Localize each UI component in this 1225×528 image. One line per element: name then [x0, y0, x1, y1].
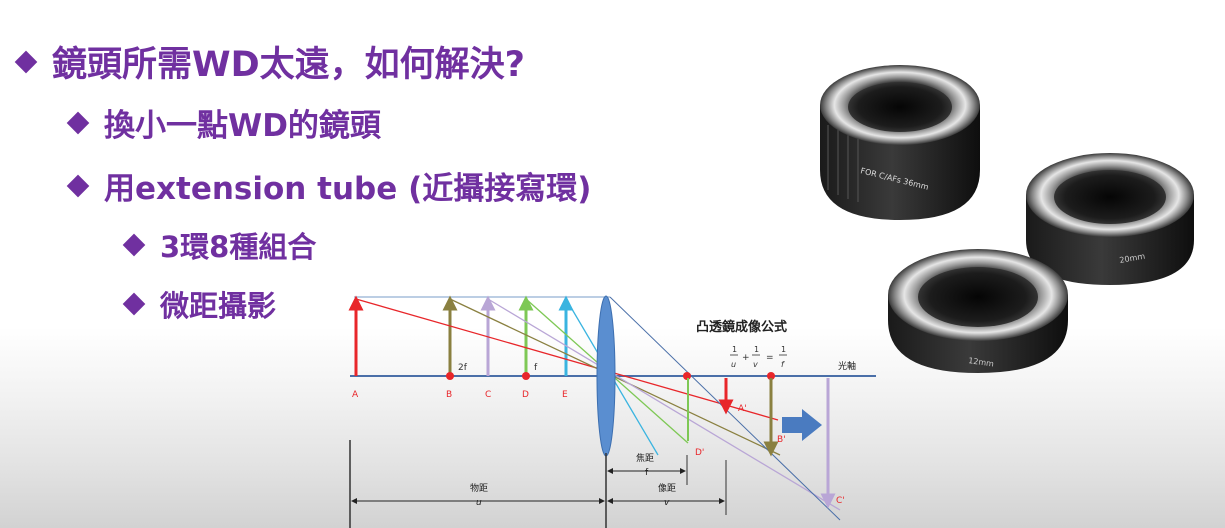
sub-bullet-item: 微距攝影 [122, 283, 277, 325]
label-c: C [485, 390, 491, 400]
lens-formula: 1 u + 1 v = 1 f [730, 345, 787, 369]
label-e: E [562, 390, 568, 400]
bullet-text: 換小一點WD的鏡頭 [104, 108, 381, 144]
label-f: f [534, 363, 538, 373]
extension-tube-photo: FOR C/AFs 36mm 20mm 12mm [820, 65, 1194, 373]
object-distance-label: 物距 [470, 482, 488, 494]
bullet-text: 用extension tube (近攝接寫環) [104, 171, 592, 207]
diamond-bullet-icon [122, 292, 146, 316]
sub-bullet-item: 3環8種組合 [122, 224, 317, 266]
bullet-text: 微距攝影 [160, 289, 277, 323]
diamond-bullet-icon [66, 174, 90, 197]
svg-text:u: u [731, 360, 736, 369]
formula-title: 凸透鏡成像公式 [696, 319, 787, 335]
image-distance-label: 像距 [658, 482, 676, 494]
svg-text:f: f [781, 360, 785, 369]
diamond-bullet-icon [66, 111, 90, 134]
svg-text:1: 1 [781, 345, 786, 354]
svg-text:+: + [742, 353, 750, 363]
label-a: A [352, 390, 359, 400]
bullet-item: 換小一點WD的鏡頭 [66, 100, 381, 145]
point-2f [446, 372, 454, 380]
direction-arrow-icon [782, 409, 822, 441]
svg-text:f: f [645, 468, 649, 478]
bullet-item: 用extension tube (近攝接寫環) [66, 163, 592, 208]
diamond-bullet-icon [14, 50, 38, 73]
svg-text:1: 1 [732, 345, 737, 354]
slide: 鏡頭所需WD太遠，如何解決? 換小一點WD的鏡頭 用extension tube… [0, 0, 1225, 528]
bullet-text: 3環8種組合 [160, 230, 317, 264]
label-d-img: D' [695, 448, 704, 458]
ray-c [487, 298, 841, 511]
svg-text:1: 1 [754, 345, 759, 354]
label-b: B [446, 390, 452, 400]
heading-text: 鏡頭所需WD太遠，如何解決? [52, 45, 525, 85]
extension-ring-20mm: 20mm [1026, 153, 1194, 285]
convex-lens-diagram: 2f f A B C D E A' B' C' D' 凸透鏡成像公式 1 u +… [348, 295, 876, 528]
svg-text:=: = [766, 353, 774, 363]
svg-text:u: u [476, 498, 482, 508]
svg-text:v: v [753, 360, 758, 369]
point-f [522, 372, 530, 380]
focal-label: 焦距 [636, 452, 654, 464]
extension-ring-36mm: FOR C/AFs 36mm [820, 65, 980, 220]
label-c-img: C' [836, 496, 845, 506]
label-a-img: A' [738, 404, 747, 414]
label-d: D [522, 390, 529, 400]
lens [596, 295, 616, 457]
extension-ring-12mm: 12mm [888, 249, 1068, 373]
diamond-bullet-icon [122, 233, 146, 257]
svg-text:v: v [664, 498, 670, 508]
heading-bullet: 鏡頭所需WD太遠，如何解決? [14, 36, 525, 87]
label-2f: 2f [458, 363, 468, 373]
label-b-img: B' [777, 435, 786, 445]
